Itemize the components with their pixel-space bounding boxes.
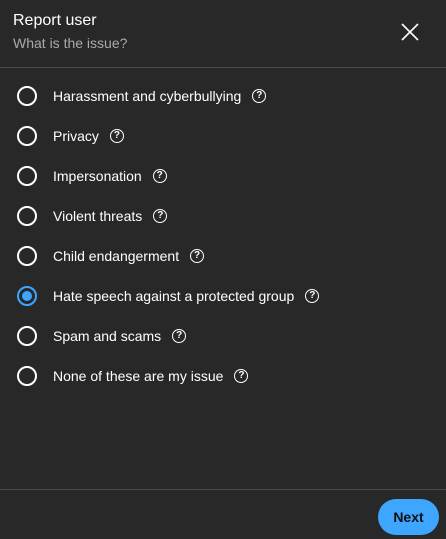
- dialog-footer: Next: [0, 489, 446, 539]
- option-child-endangerment[interactable]: Child endangerment ?: [0, 236, 446, 276]
- radio-button[interactable]: [17, 326, 37, 346]
- radio-button[interactable]: [17, 166, 37, 186]
- next-button[interactable]: Next: [378, 499, 439, 535]
- option-label: Impersonation: [53, 168, 142, 184]
- help-icon[interactable]: ?: [252, 89, 267, 103]
- radio-button[interactable]: [17, 126, 37, 146]
- option-harassment[interactable]: Harassment and cyberbullying ?: [0, 76, 446, 116]
- help-icon[interactable]: ?: [152, 169, 167, 183]
- report-user-dialog: Report user What is the issue? Harassmen…: [0, 0, 446, 539]
- help-icon[interactable]: ?: [234, 369, 249, 383]
- help-icon[interactable]: ?: [305, 289, 320, 303]
- help-icon[interactable]: ?: [109, 129, 124, 143]
- option-label: Child endangerment: [53, 248, 180, 264]
- option-label: Spam and scams: [53, 328, 162, 344]
- option-label: None of these are my issue: [53, 368, 224, 384]
- close-icon: [401, 23, 419, 41]
- option-privacy[interactable]: Privacy ?: [0, 116, 446, 156]
- option-spam[interactable]: Spam and scams ?: [0, 316, 446, 356]
- close-button[interactable]: [396, 18, 424, 46]
- option-label: Harassment and cyberbullying: [53, 88, 242, 104]
- issue-options-list: Harassment and cyberbullying ? Privacy ?…: [0, 76, 446, 396]
- option-impersonation[interactable]: Impersonation ?: [0, 156, 446, 196]
- dialog-header: Report user What is the issue?: [0, 0, 446, 68]
- option-hate-speech[interactable]: Hate speech against a protected group ?: [0, 276, 446, 316]
- option-label: Violent threats: [53, 208, 143, 224]
- option-none[interactable]: None of these are my issue ?: [0, 356, 446, 396]
- radio-button[interactable]: [17, 366, 37, 386]
- option-label: Privacy: [53, 128, 99, 144]
- option-label: Hate speech against a protected group: [53, 288, 295, 304]
- radio-button-selected[interactable]: [17, 286, 37, 306]
- help-icon[interactable]: ?: [172, 329, 187, 343]
- help-icon[interactable]: ?: [153, 209, 168, 223]
- option-violent-threats[interactable]: Violent threats ?: [0, 196, 446, 236]
- help-icon[interactable]: ?: [190, 249, 205, 263]
- radio-button[interactable]: [17, 86, 37, 106]
- dialog-subtitle: What is the issue?: [13, 35, 128, 51]
- dialog-title: Report user: [13, 12, 97, 29]
- radio-button[interactable]: [17, 206, 37, 226]
- radio-button[interactable]: [17, 246, 37, 266]
